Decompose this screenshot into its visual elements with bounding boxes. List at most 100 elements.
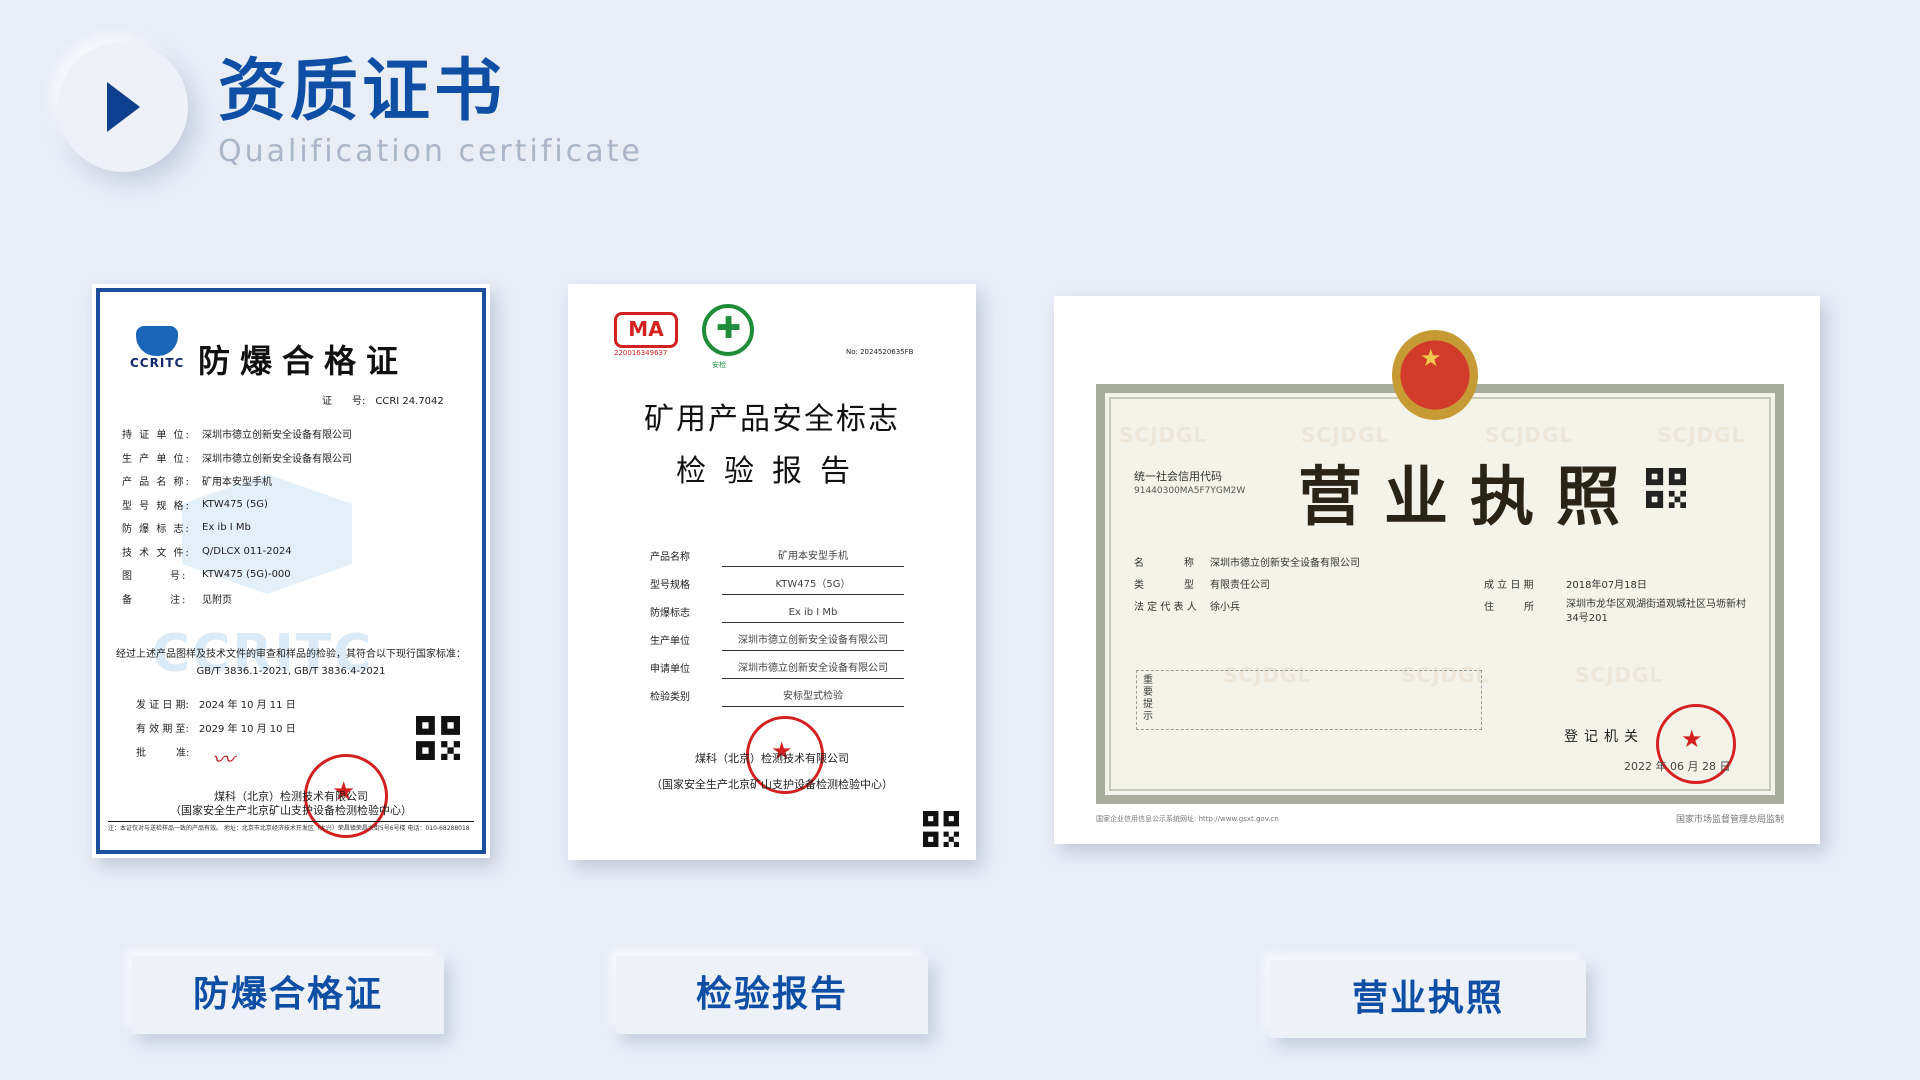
- field-key: 生产单位: [650, 636, 690, 647]
- field-key: 技 术 文 件:: [122, 547, 191, 559]
- field-key: 图 号:: [122, 571, 188, 583]
- field-key: 型号规格: [650, 580, 690, 591]
- field-key: 产 品 名 称:: [122, 477, 191, 489]
- org-name: 煤科（北京）检测技术有限公司: [695, 752, 849, 765]
- certificate-title: 防爆合格证: [198, 342, 409, 380]
- registration-authority: 登记机关: [1564, 729, 1644, 745]
- representative-value: 徐小兵: [1210, 602, 1240, 613]
- address-label: 住 所: [1484, 602, 1534, 613]
- cma-number: 220016349637: [614, 349, 668, 357]
- field-row: 产 品 名 称: 矿用本安型手机: [122, 469, 452, 493]
- watermark-text: SCJDGL: [1657, 423, 1746, 447]
- name-label: 名 称: [1134, 558, 1194, 569]
- certificate-fields: 持 证 单 位: 深圳市德立创新安全设备有限公司 生 产 单 位: 深圳市德立创新安…: [122, 422, 452, 610]
- page-title: 资质证书: [218, 52, 507, 131]
- certificate-number: 证 号: CCRI 24.7042: [322, 396, 444, 407]
- safety-cross-icon: [702, 304, 754, 356]
- ccritc-logo: CCRITC: [130, 326, 184, 370]
- org-name: 煤科（北京）检测技术有限公司: [214, 790, 368, 803]
- certificate-footer: 注：本证仅对与送检样品一致的产品有效。 地址：北京市北京经济技术开发区（大兴）荣…: [108, 821, 474, 833]
- field-key: 型 号 规 格:: [122, 500, 191, 512]
- field-row: 检验类别 安标型式检验: [650, 679, 904, 707]
- field-value: 安标型式检验: [722, 687, 904, 707]
- qr-code-icon: [1646, 468, 1686, 508]
- footer-issuer: 国家市场监督管理总局监制: [1676, 815, 1785, 825]
- field-row: 防 爆 标 志: Ex ib I Mb: [122, 516, 452, 540]
- field-row: 防爆标志 Ex ib I Mb: [650, 595, 904, 623]
- label-business-license[interactable]: 营业执照: [1270, 960, 1586, 1038]
- ccritc-logo-text: CCRITC: [130, 356, 185, 370]
- field-row: 生产单位 深圳市德立创新安全设备有限公司: [650, 623, 904, 651]
- footer-website: 国家企业信用信息公示系统网址: http://www.gsxt.gov.cn: [1096, 815, 1279, 823]
- watermark-text: SCJDGL: [1485, 423, 1574, 447]
- standards-text: GB/T 3836.1-2021, GB/T 3836.4-2021: [196, 666, 386, 677]
- national-emblem: [1392, 330, 1478, 420]
- play-icon: [107, 82, 140, 132]
- address-value: 深圳市龙华区观湖街道观城社区马坜新村34号201: [1566, 599, 1746, 624]
- safety-label: 安检: [712, 361, 726, 369]
- field-row: 型 号 规 格: KTW475 (5G): [122, 493, 452, 517]
- name-value: 深圳市德立创新安全设备有限公司: [1210, 558, 1360, 569]
- field-value: Ex ib I Mb: [722, 607, 904, 623]
- field-value: KTW475（5G）: [722, 575, 904, 595]
- establish-date-value: 2018年07月18日: [1566, 580, 1647, 591]
- type-label: 类 型: [1134, 580, 1194, 591]
- credit-code-label: 统一社会信用代码: [1134, 470, 1222, 483]
- field-row: 备 注: 见附页: [122, 587, 452, 611]
- field-value: Q/DLCX 011-2024: [202, 545, 292, 557]
- field-row: 生 产 单 位: 深圳市德立创新安全设备有限公司: [122, 446, 452, 470]
- field-value: 矿用本安型手机: [202, 477, 272, 489]
- issue-date: 发 证 日 期: 2024 年 10 月 11 日: [136, 700, 296, 711]
- field-value: KTW475 (5G)-000: [202, 569, 291, 581]
- field-key: 申请单位: [650, 664, 690, 675]
- field-value: 深圳市德立创新安全设备有限公司: [202, 430, 352, 442]
- business-license-image[interactable]: SCJDGL SCJDGL SCJDGL SCJDGL SCJDGL SCJDG…: [1054, 296, 1820, 844]
- field-value: 深圳市德立创新安全设备有限公司: [722, 631, 904, 651]
- certificate-statement: 经过上述产品图样及技术文件的审查和样品的检验，其符合以下现行国家标准： GB/T…: [110, 646, 472, 680]
- label-explosion-proof-certificate[interactable]: 防爆合格证: [132, 956, 444, 1034]
- issuing-organization: 煤科（北京）检测技术有限公司 （国家安全生产北京矿山支护设备检测检验中心）: [568, 746, 976, 798]
- report-title: 矿用产品安全标志: [644, 402, 900, 437]
- page-subtitle: Qualification certificate: [218, 134, 643, 169]
- signature: 〰: [212, 748, 235, 773]
- approve-label: 批 准:: [136, 748, 190, 759]
- field-row: 申请单位 深圳市德立创新安全设备有限公司: [650, 651, 904, 679]
- field-value: 深圳市德立创新安全设备有限公司: [202, 453, 352, 465]
- label-inspection-report[interactable]: 检验报告: [616, 956, 928, 1034]
- cma-logo: MA: [614, 312, 678, 348]
- field-key: 检验类别: [650, 692, 690, 703]
- field-row: 产品名称 矿用本安型手机: [650, 539, 904, 567]
- issue-date: 2022 年 06 月 28 日: [1624, 760, 1731, 773]
- watermark-text: SCJDGL: [1575, 663, 1664, 687]
- qr-code-icon: [416, 716, 460, 760]
- statement-text: 经过上述产品图样及技术文件的审查和样品的检验，其符合以下现行国家标准：: [116, 649, 466, 660]
- header-badge: [58, 42, 188, 172]
- field-value: 见附页: [202, 594, 232, 606]
- field-value: Ex ib I Mb: [202, 522, 251, 534]
- field-key: 备 注:: [122, 594, 188, 606]
- field-key: 防 爆 标 志:: [122, 524, 191, 536]
- type-value: 有限责任公司: [1210, 580, 1270, 591]
- explosion-proof-certificate-image[interactable]: CCRITC CCRITC 防爆合格证 证 号: CCRI 24.7042 持 …: [92, 284, 490, 858]
- notice-label: 重要提示: [1143, 675, 1153, 722]
- field-row: 型号规格 KTW475（5G）: [650, 567, 904, 595]
- license-title: 营业执照: [1298, 461, 1642, 535]
- field-row: 持 证 单 位: 深圳市德立创新安全设备有限公司: [122, 422, 452, 446]
- establish-date-label: 成 立 日 期: [1484, 580, 1534, 591]
- field-value: 矿用本安型手机: [722, 547, 904, 567]
- field-key: 产品名称: [650, 552, 690, 563]
- field-key: 防爆标志: [650, 608, 690, 619]
- field-row: 图 号: KTW475 (5G)-000: [122, 563, 452, 587]
- representative-label: 法 定 代 表 人: [1134, 602, 1197, 613]
- inspection-report-image[interactable]: MA 220016349637 安检 No: 2024520635FB 矿用产品…: [568, 284, 976, 860]
- report-number: No: 2024520635FB: [846, 348, 914, 356]
- issuing-organization: 煤科（北京）检测技术有限公司 （国家安全生产北京矿山支护设备检测检验中心）: [92, 790, 490, 818]
- watermark-text: SCJDGL: [1119, 423, 1208, 447]
- report-fields: 产品名称 矿用本安型手机 型号规格 KTW475（5G） 防爆标志 Ex ib I M…: [650, 539, 904, 707]
- field-key: 生 产 单 位:: [122, 453, 191, 465]
- credit-code-value: 91440300MA5F7YGM2W: [1134, 486, 1246, 496]
- field-key: 持 证 单 位:: [122, 430, 191, 442]
- important-notice-box: 重要提示: [1136, 670, 1482, 730]
- report-subtitle: 检验报告: [676, 454, 868, 489]
- field-value: 深圳市德立创新安全设备有限公司: [722, 659, 904, 679]
